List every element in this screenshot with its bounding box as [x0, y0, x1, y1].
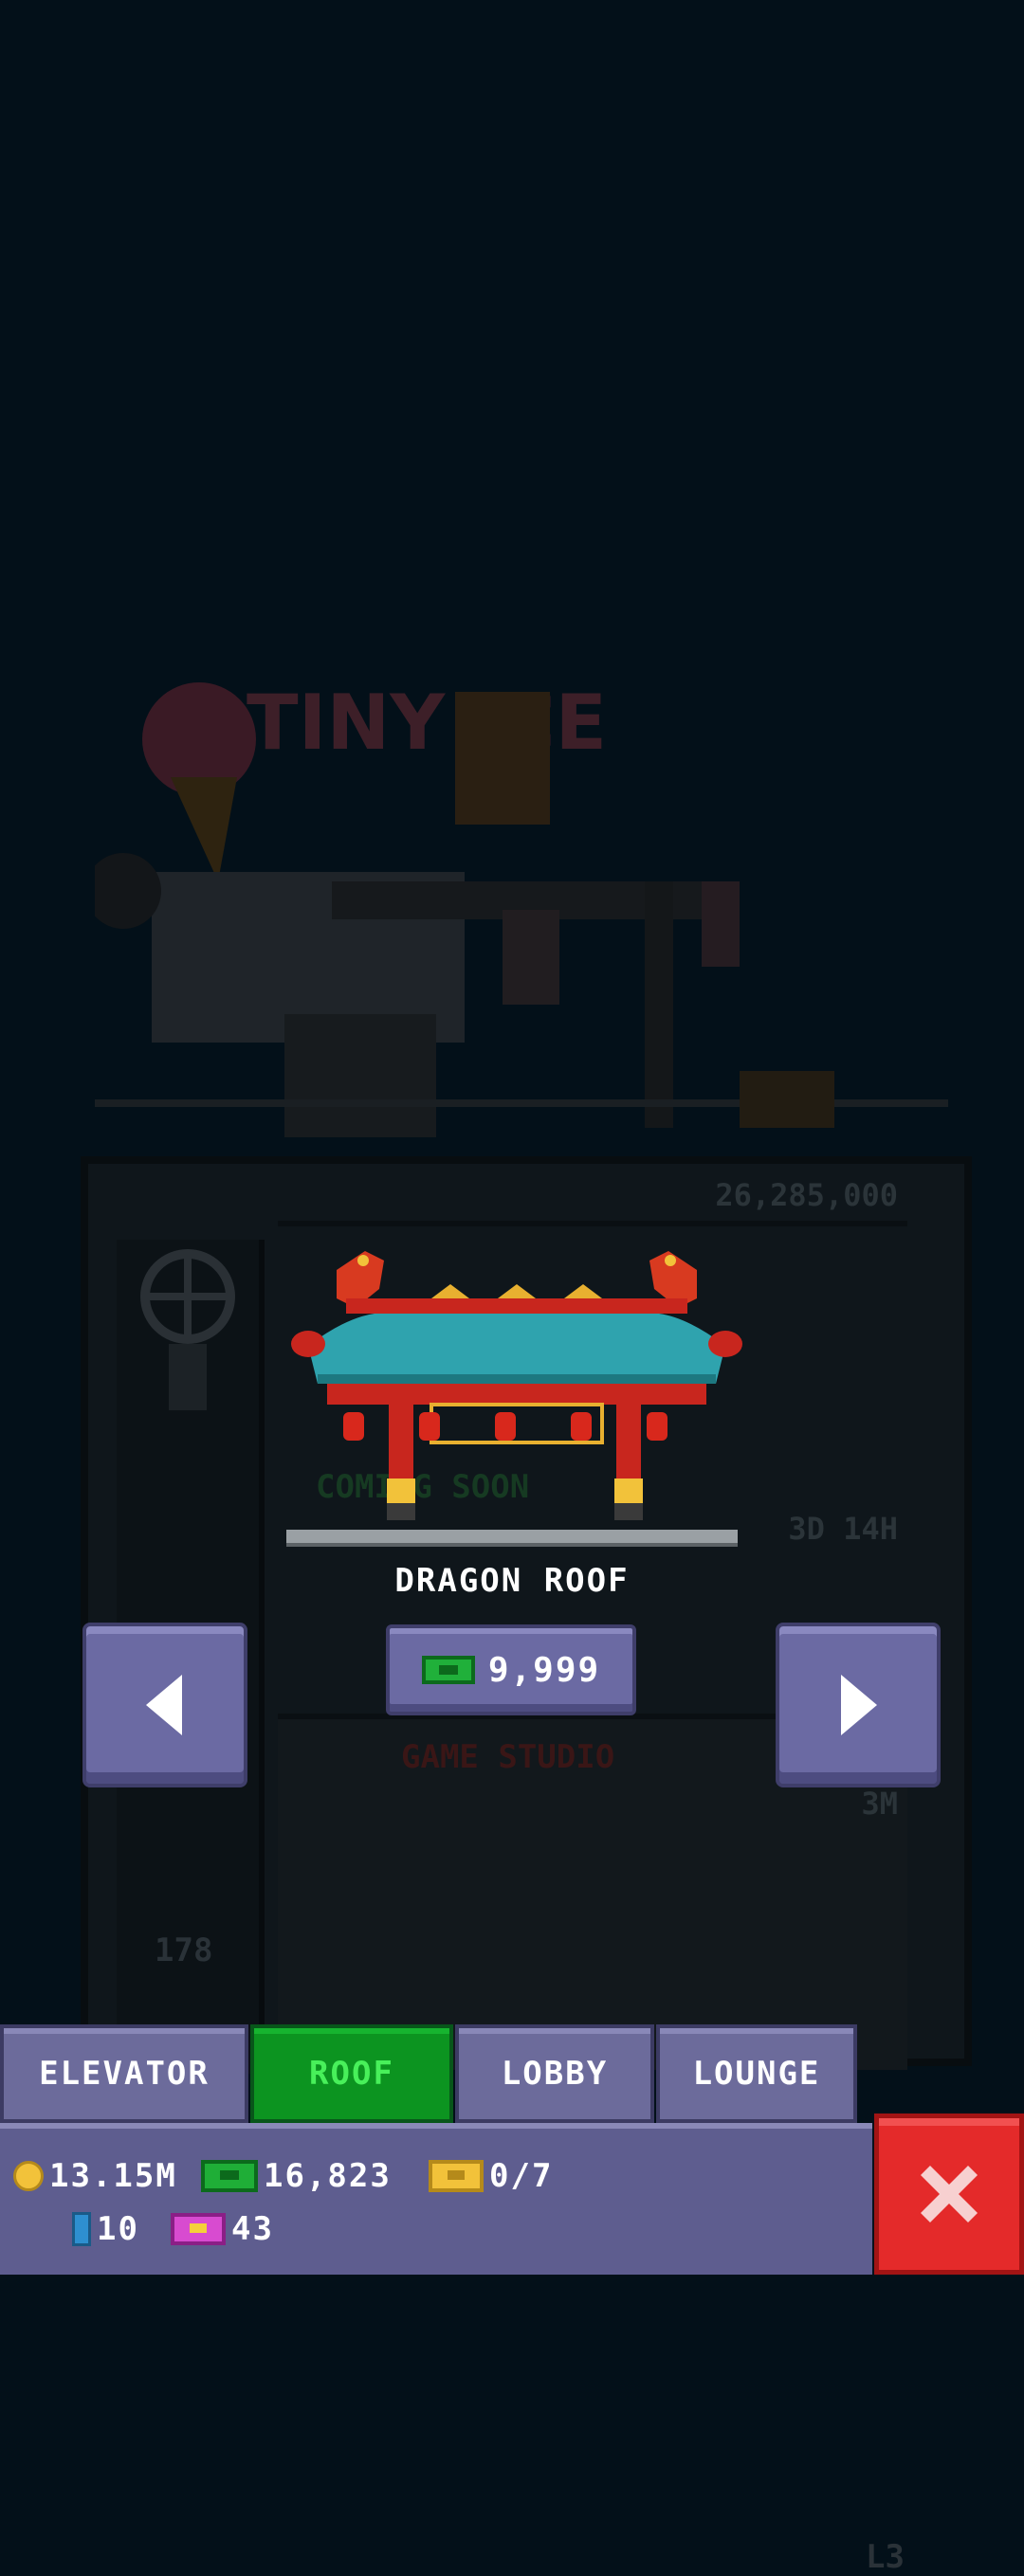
ticket-icon	[429, 2160, 484, 2192]
vip-icon	[171, 2213, 226, 2245]
previous-button[interactable]	[82, 1623, 247, 1787]
bux-stat: 16,823	[201, 2157, 392, 2195]
coins-value: 13.15M	[49, 2157, 177, 2195]
rooftop-decoration: TINY ICE	[95, 679, 948, 1137]
buy-button[interactable]: 9,999	[386, 1624, 636, 1715]
floor-timer: 3D 14H	[788, 1511, 898, 1547]
close-button[interactable]	[874, 2113, 1024, 2275]
bux-icon	[421, 1656, 475, 1684]
coin-icon	[13, 2161, 44, 2191]
bitizens-value: 10	[97, 2210, 139, 2248]
tab-roof[interactable]: ROOF	[250, 2024, 453, 2123]
dragon-roof-preview	[291, 1251, 742, 1520]
price-label: 9,999	[487, 1650, 601, 1690]
close-icon	[921, 2166, 978, 2222]
floor-value: 26,285,000	[715, 1177, 898, 1213]
currency-bar: 13.15M 16,823 0/7 10 43	[0, 2123, 872, 2275]
elevator-floor-number: 178	[155, 1932, 213, 1969]
next-button[interactable]	[776, 1623, 941, 1787]
vip-stat: 43	[171, 2210, 274, 2248]
side-label: L3	[866, 2538, 905, 2576]
bitizens-stat: 10	[72, 2210, 139, 2248]
vip-value: 43	[231, 2210, 274, 2248]
arrow-left-icon	[146, 1675, 182, 1735]
arrow-right-icon	[841, 1675, 877, 1735]
tab-elevator[interactable]: ELEVATOR	[0, 2024, 248, 2123]
bitizen-icon	[72, 2212, 91, 2246]
coins-stat: 13.15M	[13, 2157, 177, 2195]
tickets-stat: 0/7	[429, 2157, 553, 2195]
tickets-value: 0/7	[489, 2157, 554, 2195]
item-name: DRAGON ROOF	[394, 1562, 630, 1600]
tab-lobby[interactable]: LOBBY	[455, 2024, 654, 2123]
floor-value: 3M	[861, 1786, 898, 1822]
bux-icon	[201, 2160, 258, 2192]
preview-platform	[286, 1530, 738, 1547]
category-tabs: ELEVATOR ROOF LOBBY LOUNGE	[0, 2024, 872, 2123]
floor-label: GAME STUDIO	[401, 1738, 615, 1776]
tab-lounge[interactable]: LOUNGE	[656, 2024, 857, 2123]
floor-coming-soon: 26,285,000 COMING SOON 3D 14H	[278, 1177, 907, 1547]
bux-value: 16,823	[264, 2157, 392, 2195]
elevator-wheel-icon	[140, 1249, 235, 1410]
sign-text: TINY ICE	[247, 679, 607, 767]
